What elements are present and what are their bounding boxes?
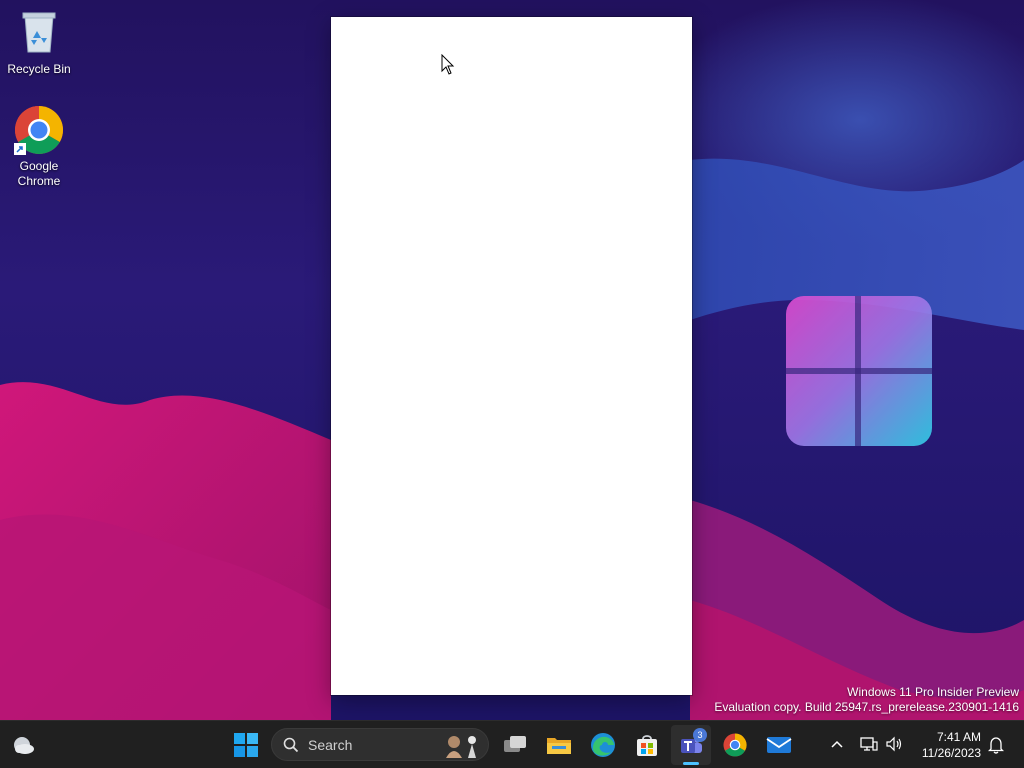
- mail-envelope-icon: [766, 737, 792, 753]
- shortcut-arrow-icon: [14, 143, 26, 155]
- watermark-line-edition: Windows 11 Pro Insider Preview: [847, 685, 1019, 699]
- widgets-button[interactable]: [3, 725, 43, 765]
- evaluation-watermark: Windows 11 Pro Insider Preview Evaluatio…: [714, 685, 1019, 715]
- mail-button[interactable]: [759, 725, 799, 765]
- clock-time: 7:41 AM: [936, 730, 981, 744]
- mouse-cursor-icon: [441, 54, 455, 75]
- file-explorer-button[interactable]: [539, 725, 579, 765]
- system-clock[interactable]: 7:41 AM 11/26/2023: [922, 729, 981, 761]
- edge-icon: [591, 733, 615, 757]
- search-highlight-illustration-icon: [446, 736, 476, 758]
- edge-button[interactable]: [583, 725, 623, 765]
- chrome-icon: [14, 105, 64, 155]
- windows-logo-icon: [234, 733, 258, 757]
- search-placeholder: Search: [308, 737, 353, 753]
- chrome-icon: [723, 733, 747, 757]
- taskbar: Search 3 7:41 AM 11/26/2023: [0, 720, 1024, 768]
- blank-app-window[interactable]: [331, 17, 692, 695]
- active-app-indicator: [683, 762, 699, 765]
- watermark-line-build: Evaluation copy. Build 25947.rs_prerelea…: [714, 700, 1019, 714]
- task-view-icon: [504, 736, 526, 752]
- folder-icon: [547, 738, 571, 754]
- start-button[interactable]: [226, 725, 266, 765]
- chrome-taskbar-button[interactable]: [715, 725, 755, 765]
- recycle-bin-icon: [1, 8, 77, 58]
- task-view-button[interactable]: [495, 725, 535, 765]
- store-bag-icon: [637, 735, 657, 756]
- taskbar-search-box[interactable]: Search: [271, 728, 489, 761]
- desktop-icon-label: Recycle Bin: [7, 62, 71, 76]
- volume-icon[interactable]: [885, 736, 903, 752]
- clock-date: 11/26/2023: [921, 746, 981, 760]
- teams-notification-badge: 3: [693, 728, 707, 742]
- weather-cloud-icon: [14, 737, 34, 754]
- network-icon[interactable]: [860, 736, 878, 752]
- search-icon: [283, 737, 299, 753]
- desktop-icon-recycle-bin[interactable]: Recycle Bin: [1, 8, 77, 77]
- desktop-icon-google-chrome[interactable]: Google Chrome: [1, 105, 77, 189]
- notification-bell-icon[interactable]: [988, 736, 1004, 754]
- show-hidden-icons-chevron-icon[interactable]: [830, 738, 844, 750]
- desktop-icon-label: Google Chrome: [17, 159, 61, 188]
- microsoft-store-button[interactable]: [627, 725, 667, 765]
